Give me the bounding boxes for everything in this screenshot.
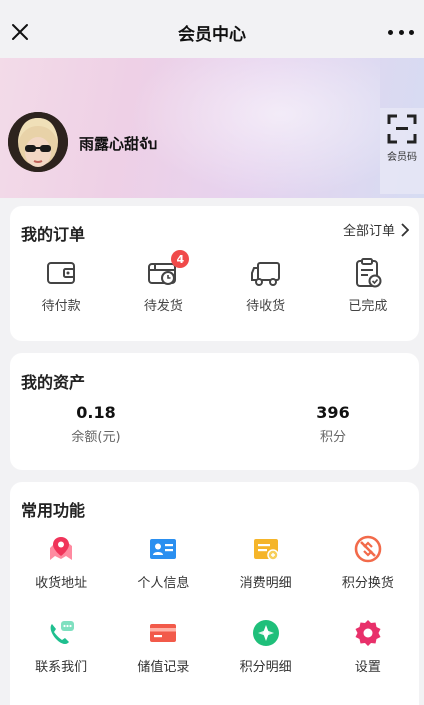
functions-title: 常用功能 (21, 501, 86, 520)
assets-card: 我的资产 0.18 余额(元) 396 积分 (10, 353, 419, 470)
func-label: 积分明细 (239, 660, 292, 675)
points-stat[interactable]: 396 积分 (258, 403, 408, 445)
orders-title: 我的订单 (21, 225, 86, 244)
points-label: 积分 (319, 430, 346, 445)
func-points-details[interactable]: 积分明细 (215, 618, 317, 702)
func-spending-details[interactable]: 消费明细 (215, 534, 317, 618)
username: 雨露心甜จับ (79, 135, 158, 153)
order-item-label: 待收货 (246, 299, 286, 314)
order-item-label: 待付款 (41, 299, 81, 314)
receipt-icon (251, 534, 281, 564)
box-clock-icon: 4 (146, 250, 190, 290)
wallet-icon (44, 256, 78, 290)
page-title: 会员中心 (178, 24, 246, 45)
assets-title: 我的资产 (21, 373, 86, 392)
order-completed[interactable]: 已完成 (317, 256, 419, 314)
func-personal-info[interactable]: 个人信息 (112, 534, 214, 618)
func-label: 联系我们 (35, 660, 88, 675)
clipboard-check-icon (351, 256, 385, 290)
truck-icon (249, 256, 283, 290)
func-label: 消费明细 (239, 576, 292, 591)
more-menu-icon[interactable] (388, 22, 414, 42)
order-pending-shipment[interactable]: 4 待发货 (112, 250, 214, 314)
functions-card: 常用功能 收货地址 个人信息 消费明细 积分换货 联系我们 储值记录 积分明细 … (10, 482, 419, 705)
order-pending-payment[interactable]: 待付款 (10, 256, 112, 314)
order-item-label: 待发货 (143, 299, 183, 314)
order-pending-receipt[interactable]: 待收货 (215, 256, 317, 314)
exchange-icon (353, 534, 383, 564)
chevron-right-icon (401, 222, 409, 237)
card-icon (148, 618, 178, 648)
top-bar: 会员中心 (0, 0, 424, 64)
order-item-label: 已完成 (348, 299, 388, 314)
func-label: 积分换货 (341, 576, 394, 591)
func-label: 设置 (354, 660, 381, 675)
points-icon (251, 618, 281, 648)
close-icon[interactable] (8, 20, 32, 44)
settings-icon (353, 618, 383, 648)
func-points-exchange[interactable]: 积分换货 (317, 534, 419, 618)
balance-label: 余额(元) (71, 430, 121, 445)
func-stored-value-records[interactable]: 储值记录 (112, 618, 214, 702)
qr-label: 会员码 (387, 152, 417, 163)
member-qr-button[interactable]: 会员码 (380, 108, 424, 194)
all-orders-link[interactable]: 全部订单 (343, 220, 409, 239)
func-label: 储值记录 (137, 660, 190, 675)
all-orders-label: 全部订单 (342, 224, 395, 239)
pending-shipment-badge: 4 (171, 250, 190, 268)
avatar[interactable] (8, 112, 68, 172)
func-shipping-address[interactable]: 收货地址 (10, 534, 112, 618)
map-pin-icon (46, 534, 76, 564)
func-contact-us[interactable]: 联系我们 (10, 618, 112, 702)
func-label: 收货地址 (35, 576, 88, 591)
orders-card: 我的订单 全部订单 待付款 4 待发货 待收货 已完成 (10, 206, 419, 341)
balance-stat[interactable]: 0.18 余额(元) (21, 403, 171, 445)
phone-chat-icon (46, 618, 76, 648)
func-label: 个人信息 (137, 576, 190, 591)
balance-value: 0.18 (76, 403, 116, 422)
qr-scan-icon (387, 114, 417, 144)
points-value: 396 (316, 403, 350, 422)
func-settings[interactable]: 设置 (317, 618, 419, 702)
id-card-icon (148, 534, 178, 564)
